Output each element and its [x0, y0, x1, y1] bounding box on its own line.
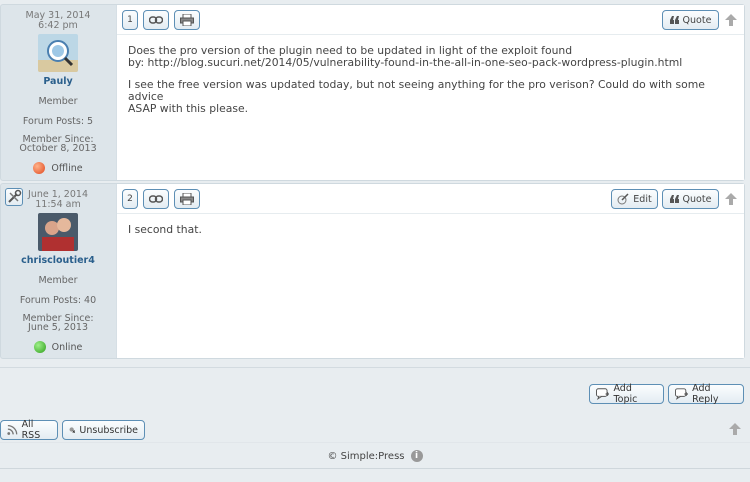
scroll-top-icon[interactable]	[724, 192, 738, 206]
online-status: Offline	[1, 162, 115, 174]
edit-icon	[617, 193, 629, 205]
post-author-panel: May 31, 2014 6:42 pm Pauly Member Forum …	[1, 5, 115, 180]
post-text-line: by: http://blog.sucuri.net/2014/05/vulne…	[128, 56, 683, 69]
member-since: Member Since: October 8, 2013	[1, 135, 115, 154]
post-number-button[interactable]: 1	[122, 10, 138, 30]
printer-icon	[180, 193, 194, 205]
status-label: Offline	[51, 162, 83, 174]
avatar[interactable]	[38, 213, 78, 251]
post-content: 2 Edit Quote I second that.	[116, 184, 744, 358]
post-number: 1	[127, 15, 133, 25]
quote-label: Quote	[682, 193, 712, 205]
link-icon	[149, 16, 163, 24]
forum-post: May 31, 2014 6:42 pm Pauly Member Forum …	[0, 4, 745, 181]
add-reply-icon	[675, 388, 689, 400]
post-number: 2	[127, 194, 133, 204]
divider	[0, 468, 750, 469]
edit-button[interactable]: Edit	[611, 189, 658, 209]
unsubscribe-icon	[69, 427, 76, 433]
post-paragraph: I second that.	[128, 224, 734, 236]
print-button[interactable]	[174, 189, 200, 209]
post-date: May 31, 2014 6:42 pm	[1, 11, 115, 31]
forum-posts-count: Forum Posts: 40	[19, 295, 97, 306]
rss-icon	[7, 424, 18, 435]
post-body: I second that.	[117, 214, 744, 236]
permalink-button[interactable]	[143, 10, 169, 30]
footer: © Simple:Press i	[0, 450, 750, 462]
unsubscribe-button[interactable]: Unsubscribe	[62, 420, 145, 440]
add-topic-label: Add Topic	[613, 383, 638, 405]
online-status: Online	[1, 341, 115, 353]
member-since-date: October 8, 2013	[19, 143, 97, 154]
member-since: Member Since: June 5, 2013	[1, 314, 115, 333]
add-topic-icon	[596, 388, 610, 400]
quote-button[interactable]: Quote	[662, 10, 719, 30]
avatar[interactable]	[38, 34, 78, 72]
divider	[0, 367, 750, 368]
add-reply-label: Add Reply	[692, 383, 719, 405]
post-text-line: ASAP with this please.	[128, 102, 249, 115]
post-toolbar: 1 Quote	[117, 5, 744, 35]
post-paragraph: I see the free version was updated today…	[128, 79, 734, 115]
forum-posts-count: Forum Posts: 5	[22, 116, 94, 127]
print-button[interactable]	[174, 10, 200, 30]
status-offline-icon	[33, 162, 46, 174]
quote-label: Quote	[682, 14, 712, 26]
username[interactable]: Pauly	[1, 76, 115, 87]
all-rss-button[interactable]: All RSS	[0, 419, 58, 441]
quote-icon	[669, 195, 679, 203]
info-icon[interactable]: i	[410, 450, 423, 462]
username[interactable]: chriscloutier4	[1, 255, 115, 266]
post-content: 1 Quote Does the pro version of the plug…	[116, 5, 744, 180]
edit-label: Edit	[633, 193, 652, 205]
divider	[0, 442, 750, 443]
tools-icon	[8, 189, 22, 203]
unsubscribe-label: Unsubscribe	[79, 424, 138, 436]
forum-post: June 1, 2014 11:54 am chriscloutier4 Mem…	[0, 183, 745, 359]
post-toolbar: 2 Edit Quote	[117, 184, 744, 214]
post-author-panel: June 1, 2014 11:54 am chriscloutier4 Mem…	[1, 184, 115, 358]
add-reply-button[interactable]: Add Reply	[668, 383, 744, 405]
add-topic-button[interactable]: Add Topic	[589, 383, 664, 405]
link-icon	[149, 195, 163, 203]
user-role: Member	[38, 275, 78, 286]
scroll-top-icon[interactable]	[728, 422, 742, 436]
quote-icon	[669, 16, 679, 24]
all-rss-label: All RSS	[21, 419, 41, 441]
post-paragraph: Does the pro version of the plugin need …	[128, 45, 734, 69]
footer-copyright[interactable]: © Simple:Press	[327, 451, 404, 462]
member-since-date: June 5, 2013	[28, 322, 88, 333]
post-number-button[interactable]: 2	[122, 189, 138, 209]
permalink-button[interactable]	[143, 189, 169, 209]
status-online-icon	[33, 341, 46, 353]
status-label: Online	[51, 341, 83, 353]
post-date-time: 6:42 pm	[38, 20, 78, 31]
post-body: Does the pro version of the plugin need …	[117, 35, 744, 115]
printer-icon	[180, 14, 194, 26]
user-role: Member	[38, 96, 78, 107]
post-text-line: I see the free version was updated today…	[128, 78, 705, 103]
admin-tools-button[interactable]	[5, 188, 23, 206]
scroll-top-icon[interactable]	[724, 13, 738, 27]
quote-button[interactable]: Quote	[662, 189, 719, 209]
post-text-line: I second that.	[128, 223, 202, 236]
